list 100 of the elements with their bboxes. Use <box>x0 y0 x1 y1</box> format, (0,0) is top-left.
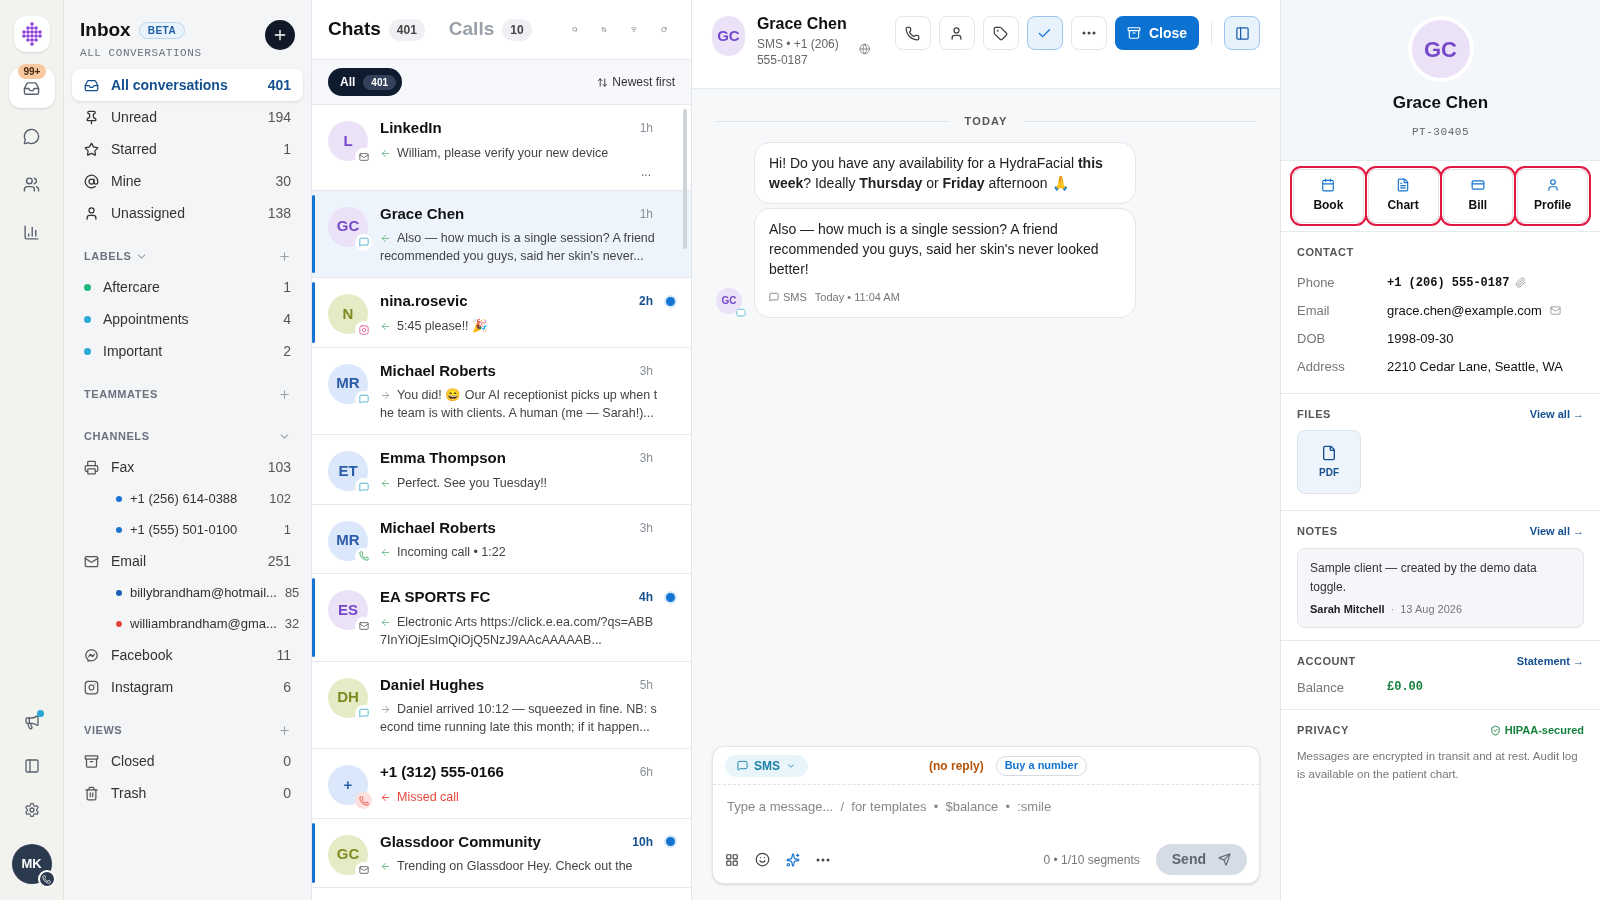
note-text: Sample client — created by the demo data toggle. <box>1310 559 1538 596</box>
arrow-right-icon <box>380 390 391 402</box>
new-conversation-button[interactable] <box>265 20 295 50</box>
quick-action-button[interactable]: Bill <box>1442 169 1514 223</box>
toolbar-button[interactable] <box>938 16 975 50</box>
chat-time: 5h <box>639 676 653 694</box>
nav-item[interactable]: Starred 1 <box>72 133 303 165</box>
contact-name: nina.rosevic <box>380 291 469 311</box>
section-link[interactable]: Statement → <box>1516 653 1584 670</box>
section-heading: LABELS <box>84 248 132 264</box>
message-channel: SMS <box>783 289 807 305</box>
section-heading: VIEWS <box>84 722 123 738</box>
toolbar-button[interactable] <box>894 16 931 50</box>
sidebar-item[interactable]: Aftercare 1 <box>72 271 303 303</box>
chat-time: 1h <box>639 205 653 223</box>
sidebar-item[interactable]: Appointments 4 <box>72 303 303 335</box>
arrow-left-icon <box>380 547 391 559</box>
sparkle-icon[interactable] <box>786 852 800 867</box>
section-heading: FILES <box>1297 406 1332 422</box>
nav-item[interactable]: Unassigned 138 <box>72 197 303 229</box>
note-author: Sarah Mitchell <box>1310 601 1385 617</box>
message-preview: Trending on Glassdoor Hey. Check out the <box>380 857 675 875</box>
message-text: Hi! Do you have any availability for a HydraFacial this week? Ideally Thursday or Friday afternoon 🙏 <box>769 154 1103 191</box>
file-tile[interactable]: PDF <box>1297 430 1361 494</box>
message-preview: 5:45 please!! 🎉 <box>380 316 675 335</box>
contact-name: Daniel Hughes <box>380 674 486 695</box>
sidebar-subitem[interactable]: +1 (555) 501-0100 1 <box>72 514 303 545</box>
toolbar-button[interactable] <box>982 16 1019 50</box>
chat-bubble-icon <box>358 237 369 247</box>
nav-item[interactable]: Mine 30 <box>72 165 303 197</box>
list-tab[interactable]: Calls 10 <box>448 15 532 44</box>
nav-item[interactable]: All conversations 401 <box>72 69 303 101</box>
inbox-icon <box>23 79 40 97</box>
arrow-right-icon <box>380 704 391 716</box>
contact-channel-info: SMS • +1 (206) 555-0187 <box>756 36 840 68</box>
segment-counter: 0 • 1/10 segments <box>1043 851 1140 869</box>
more-icon[interactable] <box>816 857 830 862</box>
message-text: Also — how much is a single session? A friend recommended you guys, said her skin's never looked better! <box>769 220 1099 277</box>
nav-item[interactable]: Unread 194 <box>72 101 303 133</box>
section-heading: ACCOUNT <box>1297 654 1357 669</box>
chat-time: 3h <box>639 450 653 468</box>
plus-icon[interactable] <box>278 249 291 263</box>
channel-selector[interactable]: SMS <box>725 754 808 777</box>
sidebar-item[interactable]: Important 2 <box>72 335 303 367</box>
no-reply-notice: (no reply) <box>928 757 984 775</box>
sidebar-item[interactable]: Trash 0 <box>72 777 303 809</box>
phone-badge-icon <box>37 870 56 888</box>
chat-bubble-icon <box>358 394 369 404</box>
chat-time: 3h <box>639 519 653 537</box>
sidebar-item[interactable]: Instagram 6 <box>72 671 303 703</box>
contact-avatar: MR <box>328 363 368 404</box>
contact-name: Grace Chen <box>380 203 466 224</box>
send-button[interactable]: Send <box>1155 844 1247 875</box>
filter-chip[interactable]: All 401 <box>328 68 403 96</box>
message-preview: Incoming call • 1:22 <box>380 543 675 561</box>
arrow-left-icon <box>380 147 391 159</box>
quick-action-button[interactable]: Chart <box>1367 169 1439 223</box>
message-input[interactable]: Type a message... / for templates • $balance • :smile <box>713 785 1259 837</box>
quick-action-button[interactable]: Profile <box>1517 169 1588 223</box>
contact-name: +1 (312) 555-0166 <box>380 762 505 782</box>
people-icon <box>23 175 40 193</box>
hipaa-badge: HIPAA-secured <box>1489 722 1584 739</box>
message-time: Today • 11:04 AM <box>814 289 900 305</box>
sort-button[interactable]: Newest first <box>597 73 675 91</box>
templates-icon[interactable] <box>725 852 739 867</box>
note-date: 13 Aug 2026 <box>1400 601 1463 617</box>
contact-name: Glassdoor Community <box>380 831 542 852</box>
globe-icon[interactable] <box>859 42 871 56</box>
envelope-icon <box>358 151 369 162</box>
contact-name: Michael Roberts <box>380 360 497 381</box>
field-label: Address <box>1297 357 1346 376</box>
section-heading: PRIVACY <box>1297 723 1350 738</box>
close-button[interactable]: Close <box>1114 16 1199 50</box>
paperclip-icon[interactable] <box>1515 277 1527 288</box>
inbox-title: Inbox <box>80 18 131 42</box>
chat-list-item[interactable]: GC Grace Chen 1h Also — how much is a single session? A friend recommended you guys, said her skin's never... <box>312 190 691 278</box>
section-link[interactable]: View all → <box>1529 523 1584 540</box>
message-composer[interactable]: SMS (no reply) Buy a number Type a message... / for templates • $balance • :smile 0 • 1/10 segments Send <box>712 746 1260 884</box>
logo-icon[interactable] <box>13 16 50 52</box>
balance-value: £0.00 <box>1387 679 1423 697</box>
inbox-icon <box>84 77 99 93</box>
sidebar-subitem[interactable]: billybrandham@hotmail... 85 <box>72 577 303 608</box>
chat-bubble-icon <box>358 708 369 718</box>
sidebar-item[interactable]: Email 251 <box>72 545 303 577</box>
sidebar-item[interactable]: Facebook 11 <box>72 639 303 671</box>
messenger-icon <box>84 647 99 663</box>
contact-avatar: MR <box>328 520 368 561</box>
sidebar-subitem[interactable]: +1 (256) 614-0388 102 <box>72 483 303 514</box>
contact-name: Grace Chen <box>756 14 848 34</box>
plus-icon[interactable] <box>278 723 291 737</box>
quick-action-button[interactable]: Book <box>1293 169 1364 223</box>
plus-icon[interactable] <box>278 387 291 401</box>
panel-toggle-button[interactable] <box>1224 16 1260 50</box>
list-tab[interactable]: Chats 401 <box>328 15 425 44</box>
sidebar-item[interactable]: Fax 103 <box>72 451 303 483</box>
envelope-icon[interactable] <box>1549 305 1561 316</box>
sidebar-subitem[interactable]: williambrandham@gma... 32 <box>72 608 303 639</box>
emoji-icon[interactable] <box>755 852 770 867</box>
section-link[interactable]: View all → <box>1529 405 1584 422</box>
sidebar-item[interactable]: Closed 0 <box>72 745 303 777</box>
